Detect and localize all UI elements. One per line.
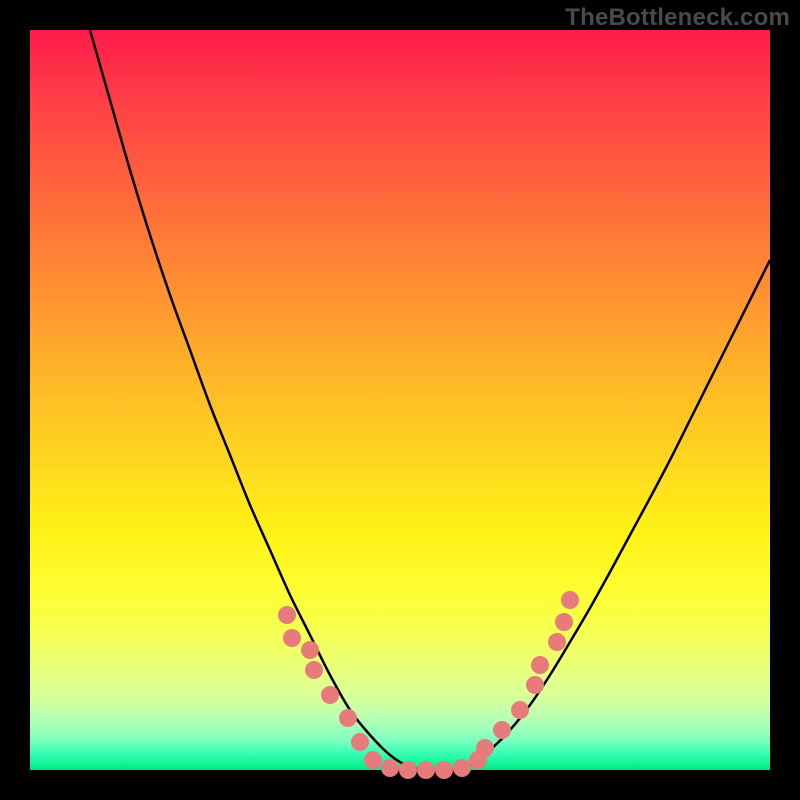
watermark-label: TheBottleneck.com <box>565 4 790 32</box>
marker-dot <box>278 606 296 624</box>
marker-dot <box>531 656 549 674</box>
chart-svg <box>30 30 770 770</box>
chart-frame: TheBottleneck.com <box>0 0 800 800</box>
marker-dot <box>381 759 399 777</box>
marker-dot <box>417 761 435 779</box>
marker-dot <box>453 759 471 777</box>
marker-dot <box>301 641 319 659</box>
marker-dot <box>364 751 382 769</box>
marker-dot <box>435 761 453 779</box>
curve-line <box>90 30 770 771</box>
marker-dot <box>555 613 573 631</box>
marker-dot <box>561 591 579 609</box>
marker-dot <box>548 633 566 651</box>
marker-dot <box>351 733 369 751</box>
marker-dot <box>526 676 544 694</box>
marker-dot <box>399 761 417 779</box>
marker-dot <box>321 686 339 704</box>
marker-dot <box>476 739 494 757</box>
marker-dot <box>511 701 529 719</box>
marker-dot <box>305 661 323 679</box>
marker-dot <box>283 629 301 647</box>
curve-markers <box>278 591 579 779</box>
marker-dot <box>493 721 511 739</box>
marker-dot <box>339 709 357 727</box>
plot-area <box>30 30 770 770</box>
